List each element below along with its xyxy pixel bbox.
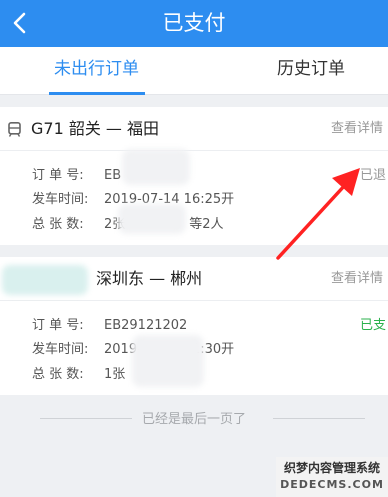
train-icon: [8, 122, 21, 137]
order-number-row: 订 单 号: EB29121202: [32, 314, 187, 333]
ticket-count-label: 总 张 数:: [32, 217, 84, 232]
ticket-count-row: 总 张 数: 1张: [32, 363, 125, 382]
redacted-passenger-names: [132, 335, 204, 387]
redacted-order-number: [122, 149, 190, 185]
order-card[interactable]: 深圳东 — 郴州 查看详情 订 单 号:EB29121202 发车时间:2019…: [0, 257, 388, 395]
ticket-count-label: 总 张 数:: [32, 367, 84, 382]
order-card-header: G71 韶关 — 福田 查看详情: [0, 107, 388, 151]
redacted-train-number: [2, 265, 88, 295]
ticket-count-value: 1张: [104, 367, 126, 382]
list-end-footer: 已经是最后一页了: [0, 408, 388, 428]
order-card[interactable]: G71 韶关 — 福田 查看详情 订 单 号: EB 发车时间: 2019-07-1…: [0, 107, 388, 245]
order-number-label: 订 单 号:: [32, 318, 84, 333]
redacted-passenger-names: [118, 204, 186, 234]
train-route: 深圳东 — 郴州: [96, 269, 203, 288]
order-status: 已支: [359, 318, 386, 333]
tab-upcoming-orders[interactable]: 未出行订单: [54, 47, 139, 95]
active-tab-indicator: [49, 92, 145, 95]
watermark: 织梦内容管理系统 DEDECMS.COM: [276, 457, 388, 497]
train-route: G71 韶关 — 福田: [31, 119, 160, 138]
order-number-value: EB: [104, 168, 122, 183]
tab-history-orders[interactable]: 历史订单: [277, 47, 345, 95]
order-card-header: 深圳东 — 郴州 查看详情: [0, 257, 388, 301]
order-number-label: 订 单 号:: [32, 168, 84, 183]
order-number-value: EB29121202: [104, 318, 188, 333]
watermark-text: 织梦内容管理系统: [283, 461, 380, 475]
passenger-count: 等2人: [189, 217, 224, 232]
departure-label: 发车时间:: [32, 192, 89, 207]
header-bar: 已支付: [0, 0, 388, 47]
order-status: 已退: [359, 168, 386, 183]
departure-label: 发车时间:: [32, 342, 89, 357]
view-details-link[interactable]: 查看详情: [331, 107, 383, 151]
view-details-link[interactable]: 查看详情: [331, 257, 383, 301]
list-end-text: 已经是最后一页了: [142, 412, 247, 427]
page-title: 已支付: [162, 11, 226, 35]
order-number-row: 订 单 号: EB: [32, 164, 121, 183]
divider: [273, 418, 365, 419]
divider: [40, 418, 132, 419]
watermark-url: DEDECMS.COM: [280, 478, 384, 491]
tab-bar: 未出行订单 历史订单: [0, 47, 388, 95]
